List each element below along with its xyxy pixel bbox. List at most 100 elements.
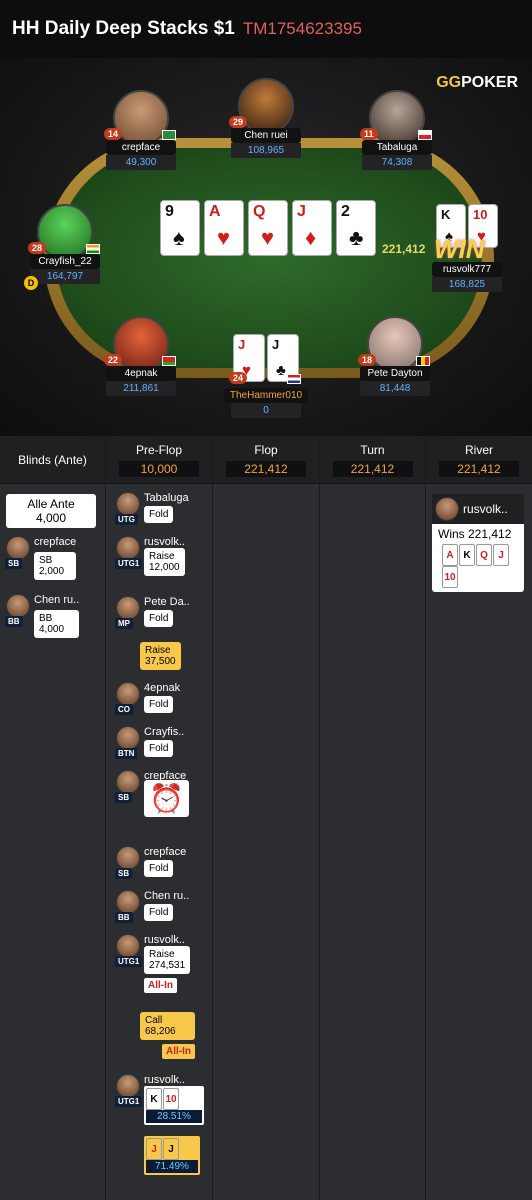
- action-row: Call 68,206 All-In: [140, 1012, 195, 1059]
- player-name: Pete Dayton: [360, 366, 430, 381]
- avatar: [435, 497, 459, 521]
- board-card: 2 ♣: [336, 200, 376, 256]
- player-name: Tabaluga: [362, 140, 432, 155]
- level-badge: 18: [358, 354, 377, 366]
- player-name: TheHammer010: [223, 388, 309, 403]
- community-cards: 9 ♠ A ♥ Q ♥ J ♦ 2 ♣: [160, 200, 376, 256]
- avatar: BB: [5, 594, 30, 627]
- seat-tabaluga[interactable]: 11 Tabaluga 74,308: [352, 90, 442, 170]
- player-stack: 164,797: [30, 269, 100, 284]
- col-title: Turn: [360, 442, 385, 457]
- action-row: BTN Crayfis.. Fold: [115, 726, 184, 759]
- avatar: [369, 90, 425, 146]
- action-row: UTG1 rusvolk.. K 10 28.51%: [115, 1074, 204, 1125]
- player-name: Crayfish_22: [30, 254, 100, 269]
- avatar: [367, 316, 423, 372]
- col-title: Pre-Flop: [135, 442, 182, 457]
- flag-icon: [287, 374, 301, 384]
- winner-name: rusvolk..: [463, 502, 508, 516]
- player-name: Chen ruei: [231, 128, 301, 143]
- tournament-id: TM1754623395: [242, 19, 362, 38]
- seat-chen-ruei[interactable]: 29 Chen ruei 108,965: [221, 78, 311, 158]
- level-badge: 28: [28, 242, 47, 254]
- tournament-title: HH Daily Deep Stacks $1: [12, 18, 235, 39]
- flag-icon: [416, 356, 430, 366]
- pot-amount: 221,412: [382, 242, 426, 256]
- col-title: Blinds (Ante): [18, 452, 87, 467]
- blind-action: SB crepface SB 2,000: [5, 536, 77, 580]
- brand-logo: GGPOKER: [436, 74, 518, 91]
- level-badge: 11: [360, 128, 378, 140]
- seat-crepface[interactable]: 14 crepface 49,300: [96, 90, 186, 170]
- flag-icon: [162, 130, 176, 140]
- action-row: SB crepface ⏰: [115, 770, 189, 817]
- avatar: SB: [115, 846, 140, 879]
- player-stack: 81,448: [360, 381, 430, 396]
- seat-thehammer010[interactable]: J ♥ J ♣ 24 TheHammer010 0: [221, 334, 311, 418]
- col-pot: 221,412: [439, 460, 519, 477]
- flag-icon: [418, 130, 432, 140]
- board-card: A ♥: [204, 200, 244, 256]
- avatar: UTG: [115, 492, 140, 525]
- action-row: JJ 71.49%: [144, 1136, 200, 1175]
- poker-table-area: GGPOKER 14 crepface 49,300 29 Chen ruei …: [0, 58, 532, 436]
- ante-label: Alle Ante: [27, 497, 75, 511]
- action-row: UTG1 rusvolk.. Raise 274,531 All-In: [115, 934, 191, 993]
- board-card: 9 ♠: [160, 200, 200, 256]
- avatar: [113, 316, 169, 372]
- avatar: BTN: [115, 726, 140, 759]
- flag-icon: [86, 244, 100, 254]
- player-stack: 49,300: [106, 155, 176, 170]
- avatar: SB: [5, 536, 30, 569]
- winner-result: Wins 221,412: [438, 527, 512, 541]
- col-pot: 221,412: [226, 460, 306, 477]
- action-row: UTG1 rusvolk.. Raise 12,000: [115, 536, 185, 576]
- avatar: [238, 78, 294, 134]
- player-stack: 74,308: [362, 155, 432, 170]
- player-name: crepface: [106, 140, 176, 155]
- action-row: Raise 37,500: [140, 642, 181, 670]
- player-stack: 211,861: [106, 381, 176, 396]
- avatar: UTG1: [115, 536, 143, 569]
- col-turn: Turn 221,412: [320, 436, 426, 1200]
- alarm-clock-icon: ⏰: [144, 780, 189, 817]
- level-badge: 29: [229, 116, 248, 128]
- seat-pete-dayton[interactable]: 18 Pete Dayton 81,448: [350, 316, 440, 396]
- avatar: SB: [115, 770, 140, 803]
- avatar: UTG1: [115, 1074, 143, 1107]
- action-row: BB Chen ru.. Fold: [115, 890, 189, 923]
- player-stack: 168,825: [432, 277, 502, 292]
- col-pot: 221,412: [332, 460, 413, 477]
- river-winner: rusvolk.. Wins 221,412 A K Q J10: [432, 494, 524, 592]
- action-row: MP Pete Da.. Fold: [115, 596, 190, 629]
- col-pot: 10,000: [119, 460, 199, 477]
- player-stack: 0: [231, 403, 301, 418]
- ante-box: Alle Ante 4,000: [6, 494, 96, 528]
- avatar: [113, 90, 169, 146]
- flag-icon: [162, 356, 176, 366]
- blind-action: BB Chen ru.. BB 4,000: [5, 594, 80, 638]
- action-row: UTG Tabaluga Fold: [115, 492, 189, 525]
- col-flop: Flop 221,412: [213, 436, 320, 1200]
- level-badge: 22: [104, 354, 123, 366]
- avatar: CO: [115, 682, 140, 715]
- player-name: 4epnak: [106, 366, 176, 381]
- avatar: [37, 204, 93, 260]
- seat-4epnak[interactable]: 22 4epnak 211,861: [96, 316, 186, 396]
- action-row: CO 4epnak Fold: [115, 682, 180, 715]
- header: HH Daily Deep Stacks $1 TM1754623395: [0, 0, 532, 58]
- col-title: River: [464, 442, 493, 457]
- board-card: J ♦: [292, 200, 332, 256]
- col-title: Flop: [254, 442, 278, 457]
- seat-crayfish[interactable]: 28 Crayfish_22 164,797 D: [20, 204, 110, 290]
- avatar: MP: [115, 596, 140, 629]
- level-badge: 14: [104, 128, 123, 140]
- player-stack: 108,965: [231, 143, 301, 158]
- board-card: Q ♥: [248, 200, 288, 256]
- avatar: UTG1: [115, 934, 143, 967]
- level-badge: 24: [229, 372, 248, 384]
- win-banner: WIN: [434, 234, 485, 264]
- dealer-button: D: [24, 276, 38, 290]
- action-row: SB crepface Fold: [115, 846, 186, 879]
- ante-value: 4,000: [35, 511, 67, 525]
